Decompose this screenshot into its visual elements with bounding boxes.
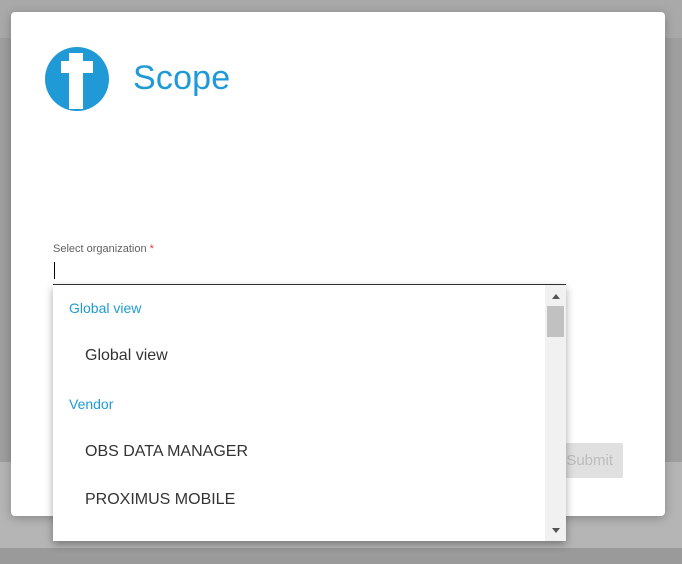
group-header-global-view: Global view [69, 300, 142, 316]
cross-logo-icon [45, 47, 109, 111]
organization-dropdown: Global view Global view Vendor OBS DATA … [53, 285, 566, 541]
option-proximus-mobile[interactable]: PROXIMUS MOBILE [85, 491, 235, 509]
group-header-vendor: Vendor [69, 396, 114, 412]
scrollbar-thumb[interactable] [547, 306, 564, 337]
arrow-up-icon[interactable] [545, 287, 566, 305]
organization-label: Select organization * [53, 243, 154, 255]
organization-input[interactable] [53, 258, 566, 285]
option-global-view[interactable]: Global view [85, 347, 168, 365]
option-obs-data-manager[interactable]: OBS DATA MANAGER [85, 443, 248, 461]
arrow-down-icon[interactable] [545, 521, 566, 539]
text-caret [54, 262, 55, 279]
organization-label-text: Select organization [53, 243, 147, 255]
required-marker: * [149, 243, 154, 255]
modal-title: Scope [133, 59, 231, 97]
backdrop-bottom [0, 548, 682, 564]
dropdown-scrollbar[interactable] [545, 285, 566, 541]
